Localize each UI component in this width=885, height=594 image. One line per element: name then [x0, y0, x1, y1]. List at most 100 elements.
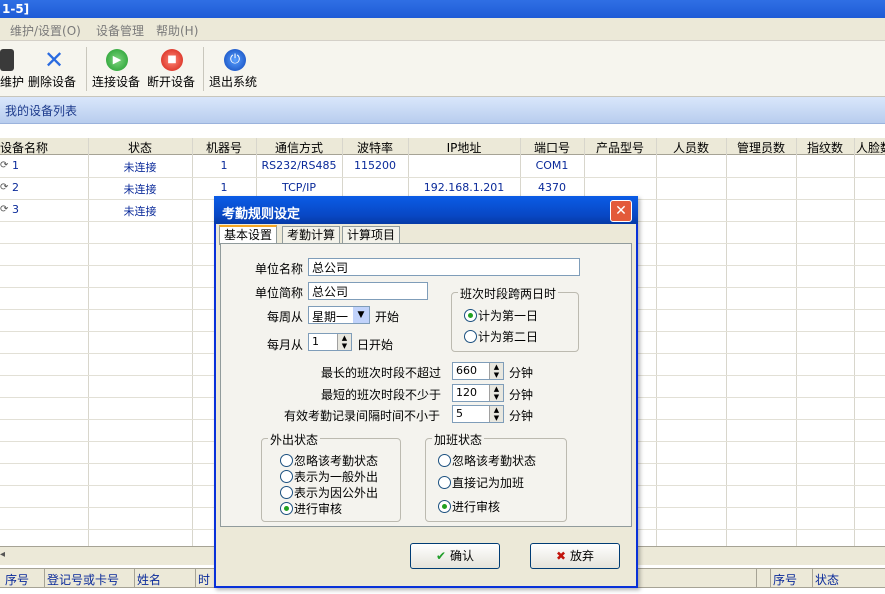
col-admin-count[interactable]: 管理员数: [726, 139, 796, 156]
menu-bar: 维护/设置(O) 设备管理 帮助(H): [0, 18, 885, 41]
min-shift-unit: 分钟: [509, 388, 534, 402]
col-product-model[interactable]: 产品型号: [584, 139, 656, 156]
week-from-label: 每周从: [267, 310, 304, 324]
week-start-value: 星期一: [312, 310, 349, 324]
cancel-label: 放弃: [570, 549, 595, 563]
min-shift-label: 最短的班次时段不少于: [321, 388, 442, 402]
connect-play-icon: ▶: [106, 49, 128, 71]
connect-device-button[interactable]: ▶ 连接设备: [92, 45, 142, 93]
radio-label: 直接记为加班: [452, 476, 525, 490]
col-fingerprint-count[interactable]: 指纹数: [796, 139, 854, 156]
interval-stepper[interactable]: 5 ▲ ▼: [452, 405, 504, 423]
max-shift-stepper[interactable]: 660 ▲ ▼: [452, 362, 504, 380]
col-machine-no[interactable]: 机器号: [192, 139, 256, 156]
scroll-left-icon[interactable]: ◂: [0, 549, 5, 560]
outing-group-title: 外出状态: [268, 431, 321, 448]
radio-overtime-ignore[interactable]: 忽略该考勤状态: [438, 452, 536, 469]
table-row[interactable]: ⟳ 1 未连接 1 RS232/RS485 115200 COM1: [0, 156, 885, 178]
delete-device-label: 删除设备: [28, 75, 77, 89]
radio-label: 忽略该考勤状态: [294, 454, 379, 468]
device-list-label: 我的设备列表: [5, 104, 78, 118]
window-title: 1-5]: [2, 2, 30, 16]
radio-unchecked-icon: [280, 470, 293, 483]
company-short-field[interactable]: 总公司: [308, 282, 428, 300]
cross-day-group: 班次时段跨两日时 计为第一日 计为第二日: [451, 285, 579, 352]
radio-label: 表示为一般外出: [294, 470, 379, 484]
col-ip-address[interactable]: IP地址: [408, 139, 520, 156]
cell-baud-rate: 115200: [354, 159, 396, 172]
menu-maintenance[interactable]: 维护/设置(O): [10, 22, 81, 39]
min-shift-value: 120: [456, 386, 477, 399]
radio-overtime-direct[interactable]: 直接记为加班: [438, 474, 524, 491]
chevron-down-icon[interactable]: ▼: [353, 307, 369, 323]
tab-attendance-calc[interactable]: 考勤计算: [282, 226, 341, 243]
radio-label: 表示为因公外出: [294, 486, 379, 500]
cell-port: COM1: [535, 159, 569, 172]
col-status-state[interactable]: 状态: [815, 571, 839, 588]
device-icon: ⟳: [0, 160, 9, 171]
cell-device-name: 2: [12, 181, 19, 194]
cell-status: 未连接: [123, 161, 157, 174]
cell-device-name: 3: [12, 203, 19, 216]
disconnect-device-label: 断开设备: [147, 75, 196, 89]
col-log-name[interactable]: 姓名: [137, 571, 161, 588]
radio-checked-icon: [438, 500, 451, 513]
grid-header: 设备名称 状态 机器号 通信方式 波特率 IP地址 端口号 产品型号 人员数 管…: [0, 138, 885, 155]
cell-comm-mode: TCP/IP: [282, 181, 316, 194]
window-title-bar[interactable]: 1-5]: [0, 0, 885, 18]
power-icon: ⏻: [224, 49, 246, 71]
radio-outing-general[interactable]: 表示为一般外出: [280, 468, 378, 485]
spin-arrows-icon[interactable]: ▲ ▼: [337, 334, 351, 350]
tab-basic-settings[interactable]: 基本设置: [219, 225, 278, 245]
menu-device-management[interactable]: 设备管理: [96, 22, 144, 39]
spin-arrows-icon[interactable]: ▲ ▼: [489, 385, 503, 401]
spin-arrows-icon[interactable]: ▲ ▼: [489, 363, 503, 379]
month-start-stepper[interactable]: 1 ▲ ▼: [308, 333, 352, 351]
device-list-header: 我的设备列表: [0, 97, 885, 124]
exit-system-button[interactable]: ⏻ 退出系统: [209, 45, 261, 93]
company-name-field[interactable]: 总公司: [308, 258, 580, 276]
col-status[interactable]: 状态: [88, 139, 192, 156]
delete-x-icon: ✕: [43, 46, 65, 74]
delete-device-button[interactable]: ✕ 删除设备: [28, 45, 80, 93]
radio-outing-ignore[interactable]: 忽略该考勤状态: [280, 452, 378, 469]
disconnect-device-button[interactable]: ■ 断开设备: [147, 45, 197, 93]
radio-overtime-review[interactable]: 进行审核: [438, 498, 500, 515]
col-status-seq[interactable]: 序号: [773, 571, 797, 588]
col-baud-rate[interactable]: 波特率: [342, 139, 408, 156]
col-log-id[interactable]: 登记号或卡号: [47, 571, 119, 588]
radio-count-second-day[interactable]: 计为第二日: [464, 328, 538, 345]
radio-count-first-day[interactable]: 计为第一日: [464, 307, 538, 324]
cross-day-group-title: 班次时段跨两日时: [458, 285, 559, 302]
col-face-count[interactable]: 人脸数: [856, 139, 885, 156]
menu-help[interactable]: 帮助(H): [156, 22, 198, 39]
col-user-count[interactable]: 人员数: [656, 139, 726, 156]
radio-outing-review[interactable]: 进行审核: [280, 500, 342, 517]
company-short-label: 单位简称: [255, 286, 304, 300]
radio-label: 计为第二日: [478, 330, 539, 344]
overtime-status-group: 加班状态 忽略该考勤状态 直接记为加班 进行审核: [425, 431, 567, 522]
col-log-seq[interactable]: 序号: [5, 571, 29, 588]
min-shift-stepper[interactable]: 120 ▲ ▼: [452, 384, 504, 402]
col-device-name[interactable]: 设备名称: [0, 139, 48, 156]
company-name-label: 单位名称: [255, 262, 304, 276]
cell-machine-no: 1: [220, 159, 228, 172]
cancel-button[interactable]: ✖ 放弃: [530, 543, 620, 569]
radio-label: 计为第一日: [478, 309, 539, 323]
toolbar: 维护 ✕ 删除设备 ▶ 连接设备 ■ 断开设备 ⏻ 退出系统: [0, 41, 885, 97]
radio-outing-business[interactable]: 表示为因公外出: [280, 484, 378, 501]
confirm-button[interactable]: ✔ 确认: [410, 543, 500, 569]
month-start-value: 1: [312, 335, 319, 348]
tab-calc-items[interactable]: 计算项目: [342, 226, 401, 243]
col-log-time[interactable]: 时: [198, 571, 210, 588]
maintenance-button[interactable]: 维护: [0, 45, 24, 93]
col-comm-mode[interactable]: 通信方式: [256, 139, 342, 156]
month-start-suffix: 日开始: [357, 338, 394, 352]
maintenance-icon: [0, 49, 14, 71]
dialog-title-bar[interactable]: 考勤规则设定 ✕: [214, 196, 638, 224]
col-port[interactable]: 端口号: [520, 139, 584, 156]
week-start-select[interactable]: 星期一 ▼: [308, 306, 370, 324]
radio-label: 进行审核: [452, 500, 501, 514]
close-icon[interactable]: ✕: [610, 200, 632, 222]
spin-arrows-icon[interactable]: ▲ ▼: [489, 406, 503, 422]
